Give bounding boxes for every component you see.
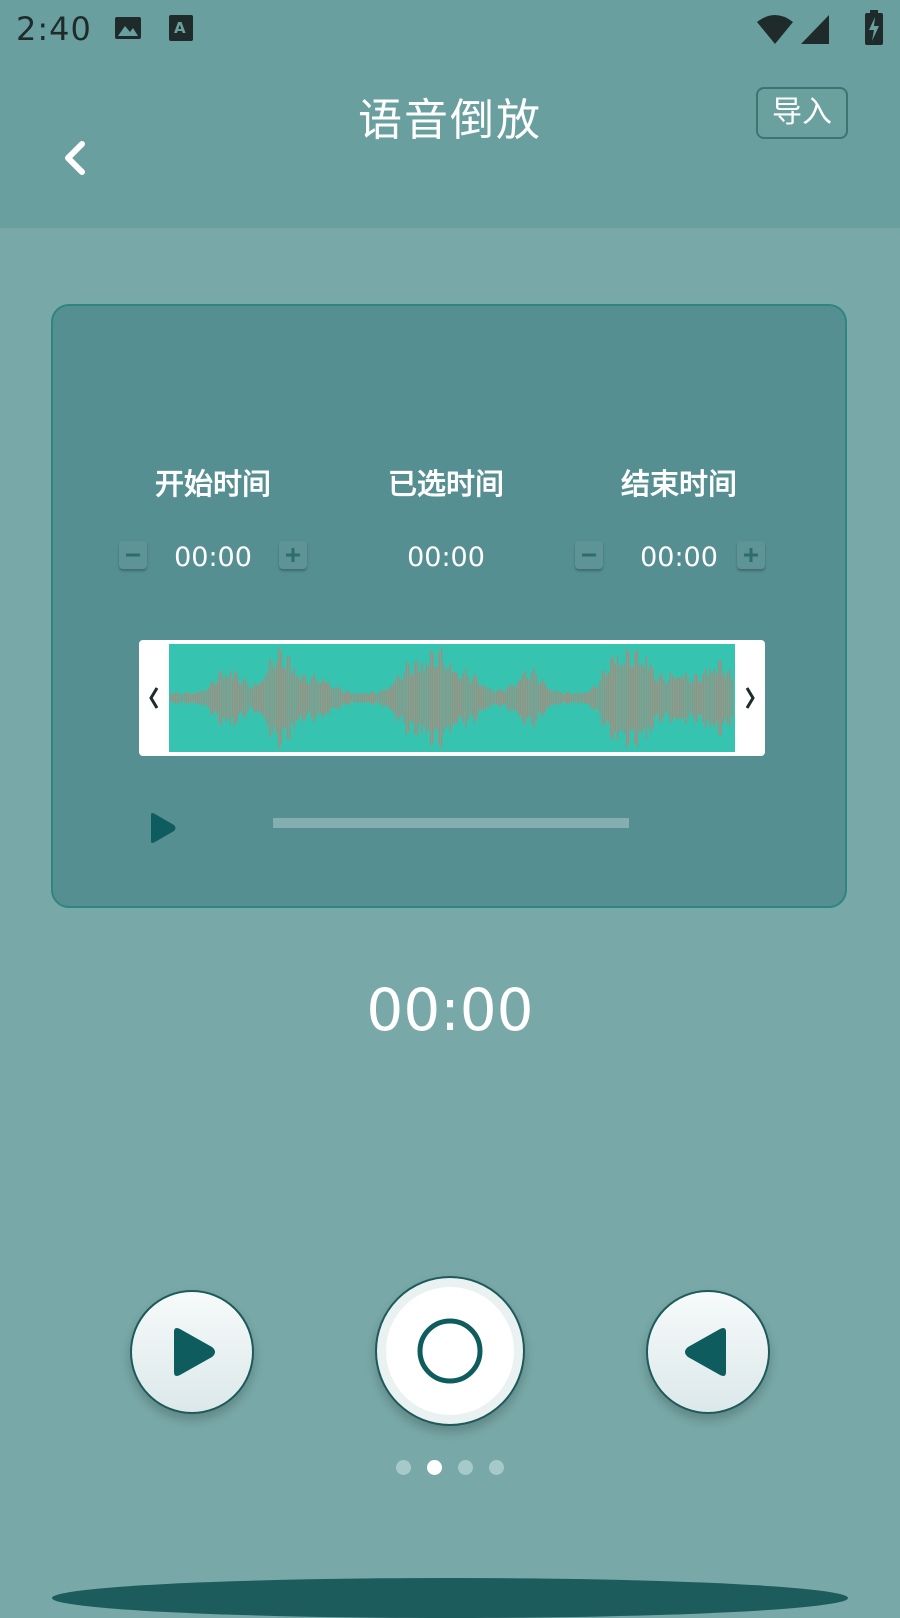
play-button[interactable] (130, 1290, 254, 1414)
recording-timer: 00:00 (366, 976, 534, 1044)
page-dot[interactable] (427, 1460, 442, 1475)
page-dot[interactable] (489, 1460, 504, 1475)
svg-text:A: A (174, 19, 186, 37)
waveform-selector[interactable] (139, 640, 765, 756)
page-indicator (0, 1460, 900, 1475)
start-time-label: 开始时间 (154, 467, 271, 501)
chevron-left-icon (149, 687, 159, 709)
import-button[interactable]: 导入 (756, 87, 848, 139)
battery-charging-icon (864, 10, 884, 50)
waveform (169, 644, 735, 752)
signal-icon (800, 14, 830, 50)
preview-play-button[interactable] (145, 810, 179, 846)
start-time-decrease-button[interactable] (119, 541, 147, 569)
reverse-play-button[interactable] (646, 1290, 770, 1414)
plus-icon (744, 548, 758, 562)
waveform-graphic (170, 647, 733, 749)
plus-icon (286, 548, 300, 562)
font-icon: A (168, 14, 194, 46)
play-icon (174, 1328, 215, 1376)
record-button[interactable] (375, 1276, 525, 1426)
end-time-value: 00:00 (640, 542, 718, 573)
end-time-increase-button[interactable] (737, 541, 765, 569)
selected-time-value: 00:00 (407, 542, 485, 573)
waveform-left-handle[interactable] (139, 640, 169, 756)
app-bar: 语音倒放 导入 (0, 62, 900, 228)
status-bar: 2:40 A (0, 0, 900, 62)
status-time: 2:40 (16, 10, 92, 48)
start-time-value: 00:00 (174, 542, 252, 573)
record-icon (417, 1318, 483, 1384)
reverse-play-icon (685, 1328, 726, 1376)
end-time-decrease-button[interactable] (575, 541, 603, 569)
page-dot[interactable] (458, 1460, 473, 1475)
selected-time-label: 已选时间 (387, 467, 504, 501)
chevron-right-icon (745, 687, 755, 709)
minus-icon (126, 553, 140, 557)
wifi-icon (756, 14, 794, 50)
waveform-right-handle[interactable] (735, 640, 765, 756)
page-dot[interactable] (396, 1460, 411, 1475)
play-icon (151, 813, 176, 843)
bottom-bar (52, 1578, 848, 1618)
end-time-label: 结束时间 (620, 467, 737, 501)
start-time-increase-button[interactable] (279, 541, 307, 569)
image-icon (114, 14, 142, 46)
trim-panel: 开始时间 已选时间 结束时间 00:00 00:00 00:00 (51, 304, 847, 908)
preview-progress-bar[interactable] (273, 818, 629, 828)
minus-icon (582, 553, 596, 557)
